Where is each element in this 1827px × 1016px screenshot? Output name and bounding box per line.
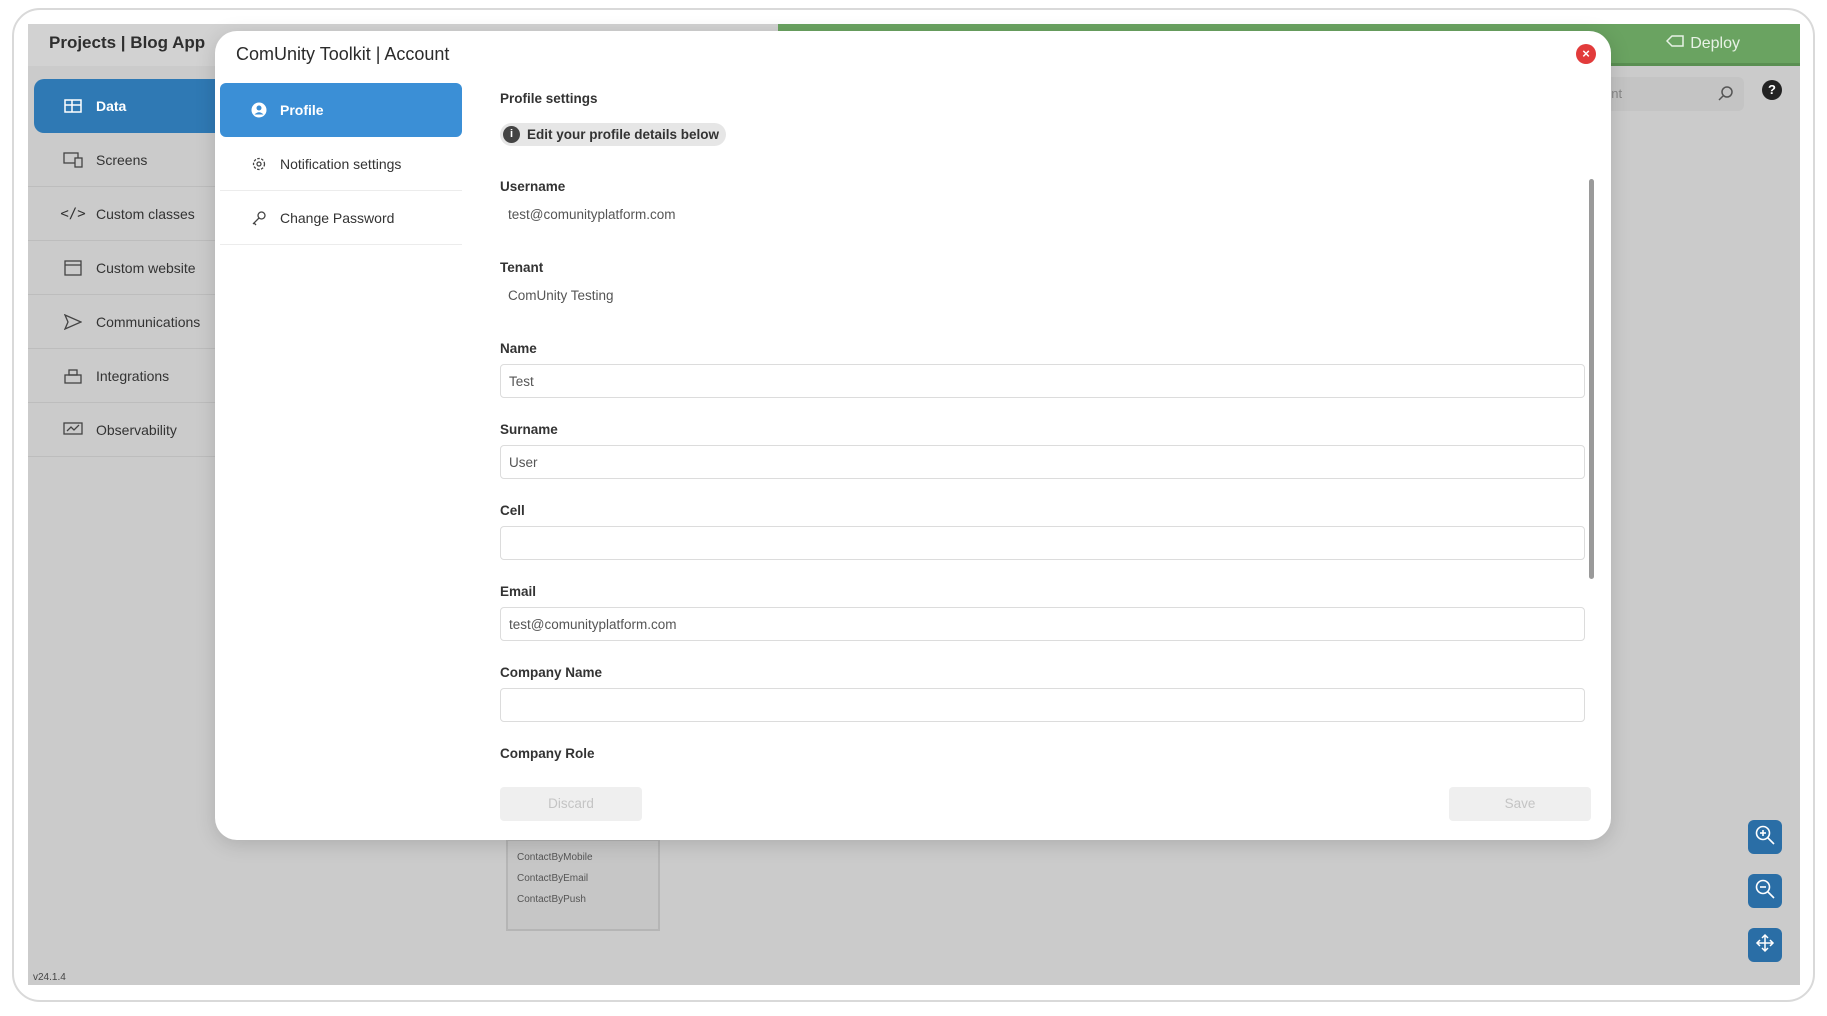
zoom-out-icon [1754, 878, 1776, 905]
field-label: Name [500, 341, 537, 356]
tab-label: Profile [280, 102, 324, 118]
search-input[interactable]: ent [1594, 77, 1744, 111]
sidebar-item-custom-classes[interactable]: </> Custom classes [28, 187, 218, 241]
zoom-out-button[interactable] [1748, 874, 1782, 908]
info-icon: i [503, 126, 520, 143]
form-scrollbar[interactable] [1589, 179, 1594, 579]
sidebar-item-data[interactable]: Data [34, 79, 218, 133]
sidebar-item-integrations[interactable]: Integrations [28, 349, 218, 403]
tab-change-password[interactable]: Change Password [220, 191, 462, 245]
profile-header: Profile settings i Edit your profile det… [500, 91, 1585, 146]
zoom-in-icon [1754, 824, 1776, 851]
section-title: Profile settings [500, 91, 598, 106]
search-icon [1718, 85, 1734, 104]
sidebar-item-label: Custom classes [96, 205, 195, 222]
tenant-field: Tenant ComUnity Testing [500, 260, 1585, 341]
entity-field: ContactByPush [517, 894, 586, 905]
tenant-value: ComUnity Testing [508, 288, 614, 303]
version-label: v24.1.4 [33, 972, 66, 983]
sidebar-item-screens[interactable]: Screens [28, 133, 218, 187]
close-button[interactable]: × [1576, 44, 1596, 64]
field-label: Email [500, 584, 537, 599]
email-input[interactable]: test@comunityplatform.com [500, 607, 1585, 641]
send-icon [62, 313, 84, 331]
zoom-in-button[interactable] [1748, 820, 1782, 854]
username-field: Username test@comunityplatform.com [500, 179, 1585, 260]
table-icon [62, 97, 84, 115]
sidebar-item-observability[interactable]: Observability [28, 403, 218, 457]
cell-input[interactable] [500, 526, 1585, 560]
sidebar-item-label: Communications [96, 313, 201, 330]
tab-profile[interactable]: Profile [220, 83, 462, 137]
discard-button[interactable]: Discard [500, 787, 642, 821]
company-name-field: Company Name [500, 665, 1585, 746]
sidebar-item-label: Custom website [96, 259, 196, 276]
field-label: Username [500, 179, 566, 194]
deploy-icon [1666, 34, 1684, 53]
tab-label: Change Password [280, 209, 395, 226]
info-text: Edit your profile details below [527, 127, 720, 142]
sidebar-item-label: Data [96, 98, 127, 114]
screens-icon [62, 151, 84, 169]
email-field: Email test@comunityplatform.com [500, 584, 1585, 665]
tab-notification-settings[interactable]: Notification settings [220, 137, 462, 191]
sidebar-item-label: Screens [96, 151, 148, 168]
username-value: test@comunityplatform.com [508, 207, 676, 222]
integrations-icon [62, 367, 84, 385]
profile-form: Username test@comunityplatform.com Tenan… [500, 179, 1585, 787]
deploy-label: Deploy [1690, 34, 1740, 52]
name-field: Name Test [500, 341, 1585, 422]
account-tabs: Profile Notification settings Change Pas… [220, 83, 462, 245]
name-input[interactable]: Test [500, 364, 1585, 398]
entity-card[interactable]: ContactByMobile ContactByEmail ContactBy… [506, 839, 660, 931]
observability-icon [62, 421, 84, 439]
modal-title: ComUnity Toolkit | Account [236, 44, 450, 64]
tab-label: Notification settings [280, 155, 402, 172]
surname-input[interactable]: User [500, 445, 1585, 479]
account-modal: ComUnity Toolkit | Account × Profile Not… [215, 31, 1611, 840]
deploy-button[interactable]: Deploy [1666, 34, 1740, 53]
app-title: Projects | Blog App [49, 33, 206, 52]
company-name-input[interactable] [500, 688, 1585, 722]
field-label: Company Name [500, 665, 603, 680]
browser-icon [62, 259, 84, 277]
code-icon: </> [60, 205, 86, 222]
cell-field: Cell [500, 503, 1585, 584]
move-icon [1754, 932, 1776, 959]
sidebar-item-custom-website[interactable]: Custom website [28, 241, 218, 295]
help-button[interactable]: ? [1762, 80, 1782, 100]
sidebar-item-label: Observability [96, 421, 177, 438]
surname-field: Surname User [500, 422, 1585, 503]
sidebar: Data Screens </> Custom classes Custom w… [28, 79, 218, 457]
info-note: i Edit your profile details below [500, 123, 727, 146]
field-label: Surname [500, 422, 558, 437]
sidebar-item-communications[interactable]: Communications [28, 295, 218, 349]
gear-icon [250, 155, 268, 173]
key-icon [250, 209, 268, 227]
field-label: Cell [500, 503, 525, 518]
entity-field: ContactByEmail [517, 873, 589, 884]
entity-field: ContactByMobile [517, 852, 593, 863]
field-label: Tenant [500, 260, 544, 275]
field-label: Company Role [500, 746, 595, 761]
sidebar-item-label: Integrations [96, 367, 170, 384]
company-role-field: Company Role [500, 746, 1585, 787]
user-circle-icon [250, 101, 268, 119]
save-button[interactable]: Save [1449, 787, 1591, 821]
fit-view-button[interactable] [1748, 928, 1782, 962]
